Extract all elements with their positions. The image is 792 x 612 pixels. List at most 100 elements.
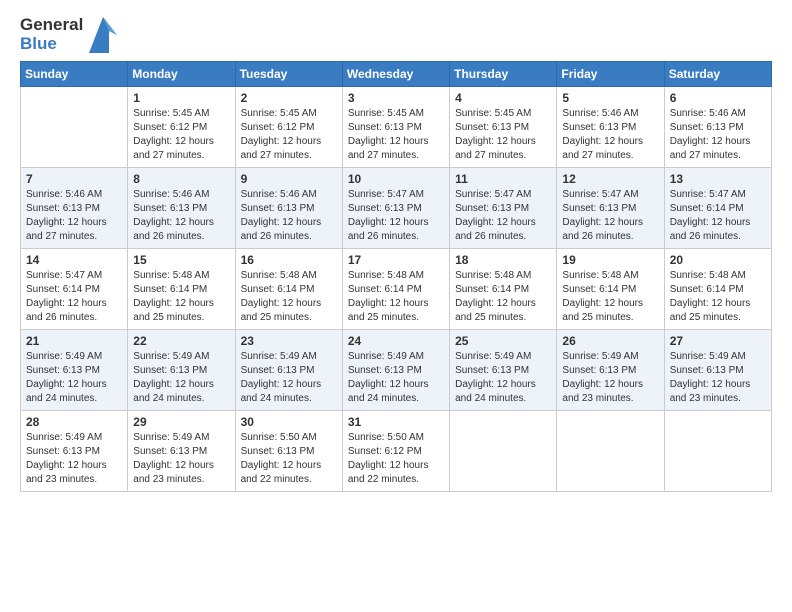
calendar-cell: 12 Sunrise: 5:47 AM Sunset: 6:13 PM Dayli… xyxy=(557,168,664,249)
calendar-cell: 9 Sunrise: 5:46 AM Sunset: 6:13 PM Daylig… xyxy=(235,168,342,249)
weekday-header-sunday: Sunday xyxy=(21,62,128,87)
day-number: 6 xyxy=(670,91,766,105)
calendar-cell: 24 Sunrise: 5:49 AM Sunset: 6:13 PM Dayli… xyxy=(342,330,449,411)
day-number: 11 xyxy=(455,172,551,186)
day-number: 13 xyxy=(670,172,766,186)
calendar-cell xyxy=(450,411,557,492)
cell-info: Sunrise: 5:46 AM Sunset: 6:13 PM Dayligh… xyxy=(133,188,229,244)
calendar-cell: 5 Sunrise: 5:46 AM Sunset: 6:13 PM Daylig… xyxy=(557,87,664,168)
cell-info: Sunrise: 5:49 AM Sunset: 6:13 PM Dayligh… xyxy=(241,350,337,406)
calendar-cell: 22 Sunrise: 5:49 AM Sunset: 6:13 PM Dayli… xyxy=(128,330,235,411)
cell-info: Sunrise: 5:49 AM Sunset: 6:13 PM Dayligh… xyxy=(348,350,444,406)
cell-info: Sunrise: 5:49 AM Sunset: 6:13 PM Dayligh… xyxy=(26,431,122,487)
calendar-cell: 29 Sunrise: 5:49 AM Sunset: 6:13 PM Dayli… xyxy=(128,411,235,492)
calendar-cell: 25 Sunrise: 5:49 AM Sunset: 6:13 PM Dayli… xyxy=(450,330,557,411)
day-number: 17 xyxy=(348,253,444,267)
cell-info: Sunrise: 5:49 AM Sunset: 6:13 PM Dayligh… xyxy=(133,431,229,487)
day-number: 4 xyxy=(455,91,551,105)
cell-info: Sunrise: 5:45 AM Sunset: 6:13 PM Dayligh… xyxy=(455,107,551,163)
day-number: 7 xyxy=(26,172,122,186)
logo-bird-icon xyxy=(89,17,117,53)
day-number: 30 xyxy=(241,415,337,429)
cell-info: Sunrise: 5:49 AM Sunset: 6:13 PM Dayligh… xyxy=(670,350,766,406)
cell-info: Sunrise: 5:48 AM Sunset: 6:14 PM Dayligh… xyxy=(241,269,337,325)
day-number: 22 xyxy=(133,334,229,348)
calendar-cell xyxy=(21,87,128,168)
calendar-cell: 30 Sunrise: 5:50 AM Sunset: 6:13 PM Dayli… xyxy=(235,411,342,492)
day-number: 18 xyxy=(455,253,551,267)
calendar-cell: 26 Sunrise: 5:49 AM Sunset: 6:13 PM Dayli… xyxy=(557,330,664,411)
day-number: 10 xyxy=(348,172,444,186)
calendar-cell: 21 Sunrise: 5:49 AM Sunset: 6:13 PM Dayli… xyxy=(21,330,128,411)
day-number: 28 xyxy=(26,415,122,429)
calendar-cell: 4 Sunrise: 5:45 AM Sunset: 6:13 PM Daylig… xyxy=(450,87,557,168)
cell-info: Sunrise: 5:47 AM Sunset: 6:14 PM Dayligh… xyxy=(670,188,766,244)
weekday-header-saturday: Saturday xyxy=(664,62,771,87)
weekday-header-friday: Friday xyxy=(557,62,664,87)
cell-info: Sunrise: 5:49 AM Sunset: 6:13 PM Dayligh… xyxy=(455,350,551,406)
calendar-cell: 20 Sunrise: 5:48 AM Sunset: 6:14 PM Dayli… xyxy=(664,249,771,330)
cell-info: Sunrise: 5:45 AM Sunset: 6:12 PM Dayligh… xyxy=(133,107,229,163)
cell-info: Sunrise: 5:49 AM Sunset: 6:13 PM Dayligh… xyxy=(26,350,122,406)
weekday-header-monday: Monday xyxy=(128,62,235,87)
cell-info: Sunrise: 5:48 AM Sunset: 6:14 PM Dayligh… xyxy=(348,269,444,325)
calendar-cell: 13 Sunrise: 5:47 AM Sunset: 6:14 PM Dayli… xyxy=(664,168,771,249)
day-number: 24 xyxy=(348,334,444,348)
calendar-cell: 2Sunrise: 5:45 AM Sunset: 6:12 PM Daylig… xyxy=(235,87,342,168)
cell-info: Sunrise: 5:49 AM Sunset: 6:13 PM Dayligh… xyxy=(562,350,658,406)
calendar-cell: 27 Sunrise: 5:49 AM Sunset: 6:13 PM Dayli… xyxy=(664,330,771,411)
day-number: 25 xyxy=(455,334,551,348)
cell-info: Sunrise: 5:50 AM Sunset: 6:13 PM Dayligh… xyxy=(241,431,337,487)
day-number: 26 xyxy=(562,334,658,348)
calendar-cell: 23 Sunrise: 5:49 AM Sunset: 6:13 PM Dayli… xyxy=(235,330,342,411)
day-number: 15 xyxy=(133,253,229,267)
day-number: 16 xyxy=(241,253,337,267)
calendar-cell: 18Sunrise: 5:48 AM Sunset: 6:14 PM Dayli… xyxy=(450,249,557,330)
day-number: 14 xyxy=(26,253,122,267)
weekday-header-tuesday: Tuesday xyxy=(235,62,342,87)
logo-wrapper: General Blue xyxy=(20,16,117,53)
weekday-header-wednesday: Wednesday xyxy=(342,62,449,87)
calendar-table: SundayMondayTuesdayWednesdayThursdayFrid… xyxy=(20,61,772,492)
cell-info: Sunrise: 5:47 AM Sunset: 6:13 PM Dayligh… xyxy=(348,188,444,244)
day-number: 12 xyxy=(562,172,658,186)
calendar-cell xyxy=(664,411,771,492)
cell-info: Sunrise: 5:47 AM Sunset: 6:13 PM Dayligh… xyxy=(562,188,658,244)
cell-info: Sunrise: 5:46 AM Sunset: 6:13 PM Dayligh… xyxy=(562,107,658,163)
day-number: 21 xyxy=(26,334,122,348)
logo-general-text: General xyxy=(20,16,83,35)
weekday-header-row: SundayMondayTuesdayWednesdayThursdayFrid… xyxy=(21,62,772,87)
calendar-week-2: 7 Sunrise: 5:46 AM Sunset: 6:13 PM Daylig… xyxy=(21,168,772,249)
calendar-cell: 10 Sunrise: 5:47 AM Sunset: 6:13 PM Dayli… xyxy=(342,168,449,249)
calendar-cell: 1 Sunrise: 5:45 AM Sunset: 6:12 PM Daylig… xyxy=(128,87,235,168)
calendar-cell: 31Sunrise: 5:50 AM Sunset: 6:12 PM Dayli… xyxy=(342,411,449,492)
cell-info: Sunrise: 5:45 AM Sunset: 6:12 PM Dayligh… xyxy=(241,107,337,163)
day-number: 29 xyxy=(133,415,229,429)
weekday-header-thursday: Thursday xyxy=(450,62,557,87)
day-number: 23 xyxy=(241,334,337,348)
calendar-cell: 3 Sunrise: 5:45 AM Sunset: 6:13 PM Daylig… xyxy=(342,87,449,168)
cell-info: Sunrise: 5:46 AM Sunset: 6:13 PM Dayligh… xyxy=(241,188,337,244)
calendar-week-3: 14 Sunrise: 5:47 AM Sunset: 6:14 PM Dayli… xyxy=(21,249,772,330)
calendar-week-4: 21 Sunrise: 5:49 AM Sunset: 6:13 PM Dayli… xyxy=(21,330,772,411)
day-number: 20 xyxy=(670,253,766,267)
cell-info: Sunrise: 5:46 AM Sunset: 6:13 PM Dayligh… xyxy=(26,188,122,244)
logo-blue-text: Blue xyxy=(20,35,57,54)
day-number: 5 xyxy=(562,91,658,105)
day-number: 27 xyxy=(670,334,766,348)
cell-info: Sunrise: 5:48 AM Sunset: 6:14 PM Dayligh… xyxy=(670,269,766,325)
day-number: 8 xyxy=(133,172,229,186)
day-number: 1 xyxy=(133,91,229,105)
calendar-cell: 8 Sunrise: 5:46 AM Sunset: 6:13 PM Daylig… xyxy=(128,168,235,249)
calendar-cell xyxy=(557,411,664,492)
calendar-week-5: 28 Sunrise: 5:49 AM Sunset: 6:13 PM Dayli… xyxy=(21,411,772,492)
calendar-cell: 7 Sunrise: 5:46 AM Sunset: 6:13 PM Daylig… xyxy=(21,168,128,249)
day-number: 3 xyxy=(348,91,444,105)
cell-info: Sunrise: 5:47 AM Sunset: 6:14 PM Dayligh… xyxy=(26,269,122,325)
cell-info: Sunrise: 5:49 AM Sunset: 6:13 PM Dayligh… xyxy=(133,350,229,406)
cell-info: Sunrise: 5:47 AM Sunset: 6:13 PM Dayligh… xyxy=(455,188,551,244)
calendar-cell: 11 Sunrise: 5:47 AM Sunset: 6:13 PM Dayli… xyxy=(450,168,557,249)
cell-info: Sunrise: 5:45 AM Sunset: 6:13 PM Dayligh… xyxy=(348,107,444,163)
logo: General Blue xyxy=(20,16,117,53)
day-number: 9 xyxy=(241,172,337,186)
